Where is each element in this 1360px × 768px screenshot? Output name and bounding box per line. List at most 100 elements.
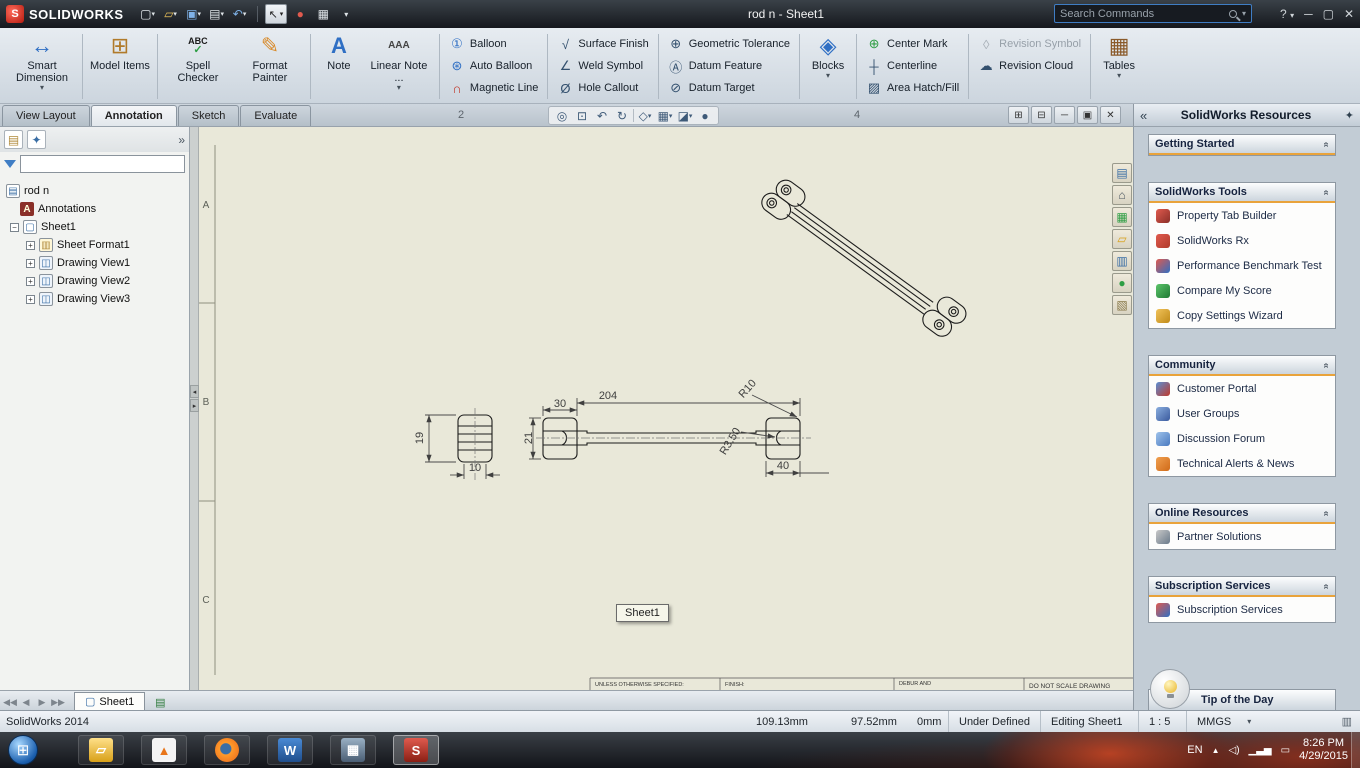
- start-button[interactable]: ⊞: [8, 735, 38, 765]
- calculator-taskbar-button[interactable]: ▦: [330, 735, 376, 765]
- weld-symbol-button[interactable]: ∠ Weld Symbol: [552, 55, 653, 77]
- help-button[interactable]: ? ▾: [1280, 7, 1294, 21]
- tables-button[interactable]: ▦ Tables ▾: [1095, 30, 1143, 103]
- word-taskbar-button[interactable]: W: [267, 735, 313, 765]
- tree-item-root[interactable]: ▤ rod n: [0, 182, 189, 200]
- solidworks-tools-header[interactable]: SolidWorks Tools «: [1149, 183, 1335, 203]
- dimension-r3-50[interactable]: R3.50: [718, 426, 744, 457]
- open-document-button[interactable]: ▱ ▾: [161, 4, 181, 24]
- subscription-services-link[interactable]: Subscription Services: [1149, 597, 1335, 622]
- smart-dimension-button[interactable]: ↔ Smart Dimension ▾: [6, 30, 78, 103]
- panel-splitter[interactable]: ◂ ▸: [190, 127, 199, 690]
- firefox-taskbar-button[interactable]: [204, 735, 250, 765]
- collapse-task-pane-button[interactable]: «: [1140, 108, 1147, 123]
- print-button[interactable]: ▤ ▾: [207, 4, 227, 24]
- zoom-to-area-icon[interactable]: ⊡: [573, 107, 591, 124]
- taskbar-clock[interactable]: 8:26 PM 4/29/2015: [1299, 737, 1348, 763]
- datum-feature-button[interactable]: Ⓐ Datum Feature: [663, 55, 795, 77]
- next-sheet-button[interactable]: ▶: [34, 694, 50, 710]
- tree-item-drawing-view3[interactable]: + ◫ Drawing View3: [0, 290, 189, 308]
- select-tool-button[interactable]: ↖ ▾: [264, 4, 288, 24]
- dimension-19[interactable]: 19: [414, 432, 426, 444]
- tree-item-drawing-view1[interactable]: + ◫ Drawing View1: [0, 254, 189, 272]
- chevron-down-icon[interactable]: ▾: [40, 84, 44, 92]
- datum-target-button[interactable]: ⊘ Datum Target: [663, 77, 795, 99]
- sheet1-tab[interactable]: ▢ Sheet1: [74, 692, 146, 710]
- collapse-icon[interactable]: −: [10, 222, 19, 232]
- geometric-tolerance-button[interactable]: ⊕ Geometric Tolerance: [663, 33, 795, 55]
- chevron-up-icon[interactable]: «: [1321, 189, 1332, 195]
- first-sheet-button[interactable]: ◀◀: [2, 694, 18, 710]
- center-mark-button[interactable]: ⊕ Center Mark: [861, 33, 964, 55]
- customer-portal-link[interactable]: Customer Portal: [1149, 376, 1335, 401]
- chevron-up-icon[interactable]: «: [1321, 141, 1332, 147]
- front-view[interactable]: [542, 417, 801, 460]
- add-sheet-button[interactable]: ▤: [151, 694, 169, 710]
- doc-minimize-button[interactable]: ─: [1054, 106, 1075, 124]
- tree-item-sheet-format1[interactable]: + ▥ Sheet Format1: [0, 236, 189, 254]
- options-dropdown-button[interactable]: ▾: [336, 4, 356, 24]
- doc-restore-button[interactable]: ▣: [1077, 106, 1098, 124]
- property-manager-tab-icon[interactable]: ✦: [27, 130, 46, 149]
- format-painter-button[interactable]: ✎ Format Painter: [234, 30, 306, 103]
- isometric-view[interactable]: [758, 174, 970, 342]
- community-header[interactable]: Community «: [1149, 356, 1335, 376]
- action-center-icon[interactable]: ▭: [1281, 745, 1290, 756]
- design-library-icon[interactable]: ▥: [1112, 251, 1132, 271]
- new-window-button[interactable]: ⊞: [1008, 106, 1029, 124]
- dimension-30[interactable]: 30: [554, 398, 566, 410]
- compare-my-score-link[interactable]: Compare My Score: [1149, 278, 1335, 303]
- filter-funnel-icon[interactable]: [4, 160, 16, 168]
- tab-sketch[interactable]: Sketch: [177, 105, 240, 126]
- blocks-button[interactable]: ◈ Blocks ▾: [804, 30, 852, 103]
- drawing-viewport[interactable]: A B C 30 204 R10 R3.50 21 19 10 40 UNLES…: [199, 127, 1133, 690]
- edit-appearance-icon[interactable]: ●: [696, 107, 714, 124]
- home-icon[interactable]: ⌂: [1112, 185, 1132, 205]
- chevron-down-icon[interactable]: ▾: [1247, 717, 1251, 726]
- previous-sheet-button[interactable]: ◀: [18, 694, 34, 710]
- getting-started-header[interactable]: Getting Started «: [1149, 135, 1335, 155]
- tree-item-drawing-view2[interactable]: + ◫ Drawing View2: [0, 272, 189, 290]
- feature-manager-tab-icon[interactable]: ▤: [4, 130, 23, 149]
- expand-icon[interactable]: +: [26, 294, 35, 304]
- display-style-icon[interactable]: ▦ ▾: [656, 107, 674, 124]
- file-explorer-icon[interactable]: ▱: [1112, 229, 1132, 249]
- balloon-button[interactable]: ① Balloon: [444, 33, 544, 55]
- discussion-forum-link[interactable]: Discussion Forum: [1149, 426, 1335, 451]
- chevron-up-icon[interactable]: «: [1321, 362, 1332, 368]
- doc-close-button[interactable]: ✕: [1100, 106, 1121, 124]
- expand-icon[interactable]: +: [26, 258, 35, 268]
- technical-alerts-news-link[interactable]: Technical Alerts & News: [1149, 451, 1335, 476]
- hole-callout-button[interactable]: Ø Hole Callout: [552, 77, 653, 99]
- splitter-right-arrow-icon[interactable]: ▸: [190, 399, 199, 412]
- rotate-view-icon[interactable]: ↻: [613, 107, 631, 124]
- note-button[interactable]: A Note: [315, 30, 363, 103]
- expand-panel-icon[interactable]: »: [178, 133, 185, 147]
- rebuild-button[interactable]: ●: [290, 4, 310, 24]
- pin-icon[interactable]: ✦: [1345, 109, 1354, 122]
- expand-icon[interactable]: +: [26, 240, 35, 250]
- expand-icon[interactable]: +: [26, 276, 35, 286]
- tree-item-sheet1[interactable]: − ▢ Sheet1: [0, 218, 189, 236]
- hide-show-items-icon[interactable]: ◪ ▾: [676, 107, 694, 124]
- surface-finish-button[interactable]: √ Surface Finish: [552, 33, 653, 55]
- file-explorer-taskbar-button[interactable]: ▱: [78, 735, 124, 765]
- chevron-down-icon[interactable]: ▾: [826, 72, 830, 80]
- status-unit-system[interactable]: MMGS ▾: [1186, 711, 1251, 732]
- vlc-taskbar-button[interactable]: ▲: [141, 735, 187, 765]
- status-pane-icon[interactable]: ▥: [1342, 711, 1352, 732]
- chevron-down-icon[interactable]: ▾: [397, 84, 401, 92]
- tab-evaluate[interactable]: Evaluate: [240, 105, 312, 126]
- magnetic-line-button[interactable]: ∩ Magnetic Line: [444, 77, 544, 99]
- dimension-204[interactable]: 204: [599, 390, 617, 402]
- subscription-services-header[interactable]: Subscription Services «: [1149, 577, 1335, 597]
- revision-cloud-button[interactable]: ☁ Revision Cloud: [973, 55, 1086, 77]
- copy-settings-wizard-link[interactable]: Copy Settings Wizard: [1149, 303, 1335, 328]
- network-icon[interactable]: ▁▃▅: [1249, 745, 1272, 756]
- solidworks-rx-link[interactable]: SolidWorks Rx: [1149, 228, 1335, 253]
- previous-view-icon[interactable]: ↶: [593, 107, 611, 124]
- view-orientation-icon[interactable]: ◇ ▾: [636, 107, 654, 124]
- new-document-button[interactable]: ▢ ▾: [138, 4, 158, 24]
- search-commands-box[interactable]: Search Commands ▾: [1054, 4, 1252, 23]
- language-indicator[interactable]: EN: [1187, 744, 1202, 756]
